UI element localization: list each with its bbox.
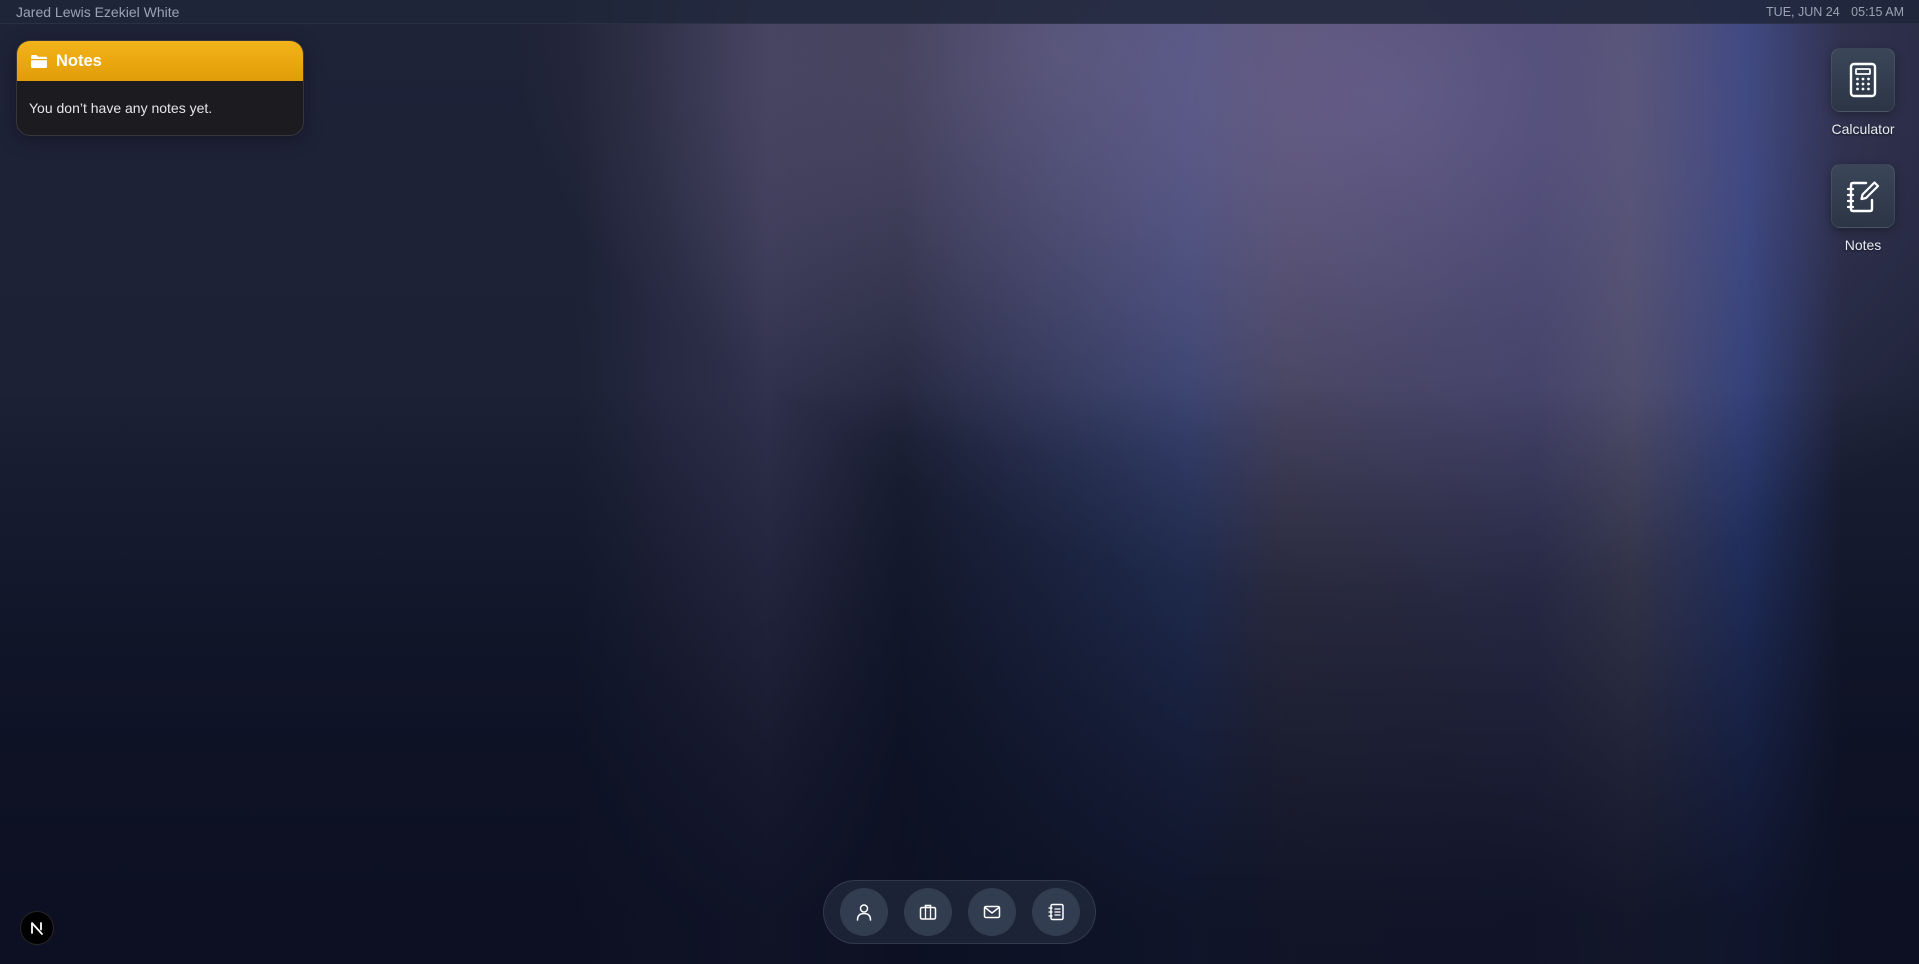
briefcase-icon xyxy=(919,904,936,920)
notes-widget-header: Notes xyxy=(17,41,303,81)
n-logo-button[interactable] xyxy=(20,911,54,945)
calculator-icon xyxy=(1849,62,1877,98)
clock: TUE, JUN 24 05:15 AM xyxy=(1766,5,1904,19)
notes-edit-icon xyxy=(1846,181,1880,213)
n-logo-icon xyxy=(31,922,43,935)
notes-widget: Notes You don’t have any notes yet. xyxy=(16,40,304,136)
dock-profile-button[interactable] xyxy=(839,888,888,936)
notes-widget-title: Notes xyxy=(56,51,102,70)
desktop-icon-notes[interactable]: Notes xyxy=(1813,164,1913,253)
contacts-book-icon xyxy=(1047,903,1064,921)
user-name: Jared Lewis Ezekiel White xyxy=(16,4,180,20)
dock xyxy=(823,880,1096,944)
desktop-icon-label: Calculator xyxy=(1831,121,1895,137)
notes-empty-message: You don’t have any notes yet. xyxy=(29,100,213,116)
mail-icon xyxy=(983,905,1000,919)
dock-mail-button[interactable] xyxy=(967,888,1016,936)
top-bar: Jared Lewis Ezekiel White TUE, JUN 24 05… xyxy=(0,0,1919,24)
desktop-icon-calculator[interactable]: Calculator xyxy=(1813,48,1913,137)
dock-work-button[interactable] xyxy=(903,888,952,936)
desktop-wallpaper xyxy=(0,0,1919,964)
dock-contacts-button[interactable] xyxy=(1031,888,1080,936)
calculator-tile[interactable] xyxy=(1831,48,1895,112)
clock-time: 05:15 AM xyxy=(1851,5,1904,19)
folder-icon xyxy=(31,54,47,68)
clock-date: TUE, JUN 24 xyxy=(1766,5,1840,19)
desktop-icon-label: Notes xyxy=(1844,237,1882,253)
notes-tile[interactable] xyxy=(1831,164,1895,228)
user-icon xyxy=(856,904,871,921)
